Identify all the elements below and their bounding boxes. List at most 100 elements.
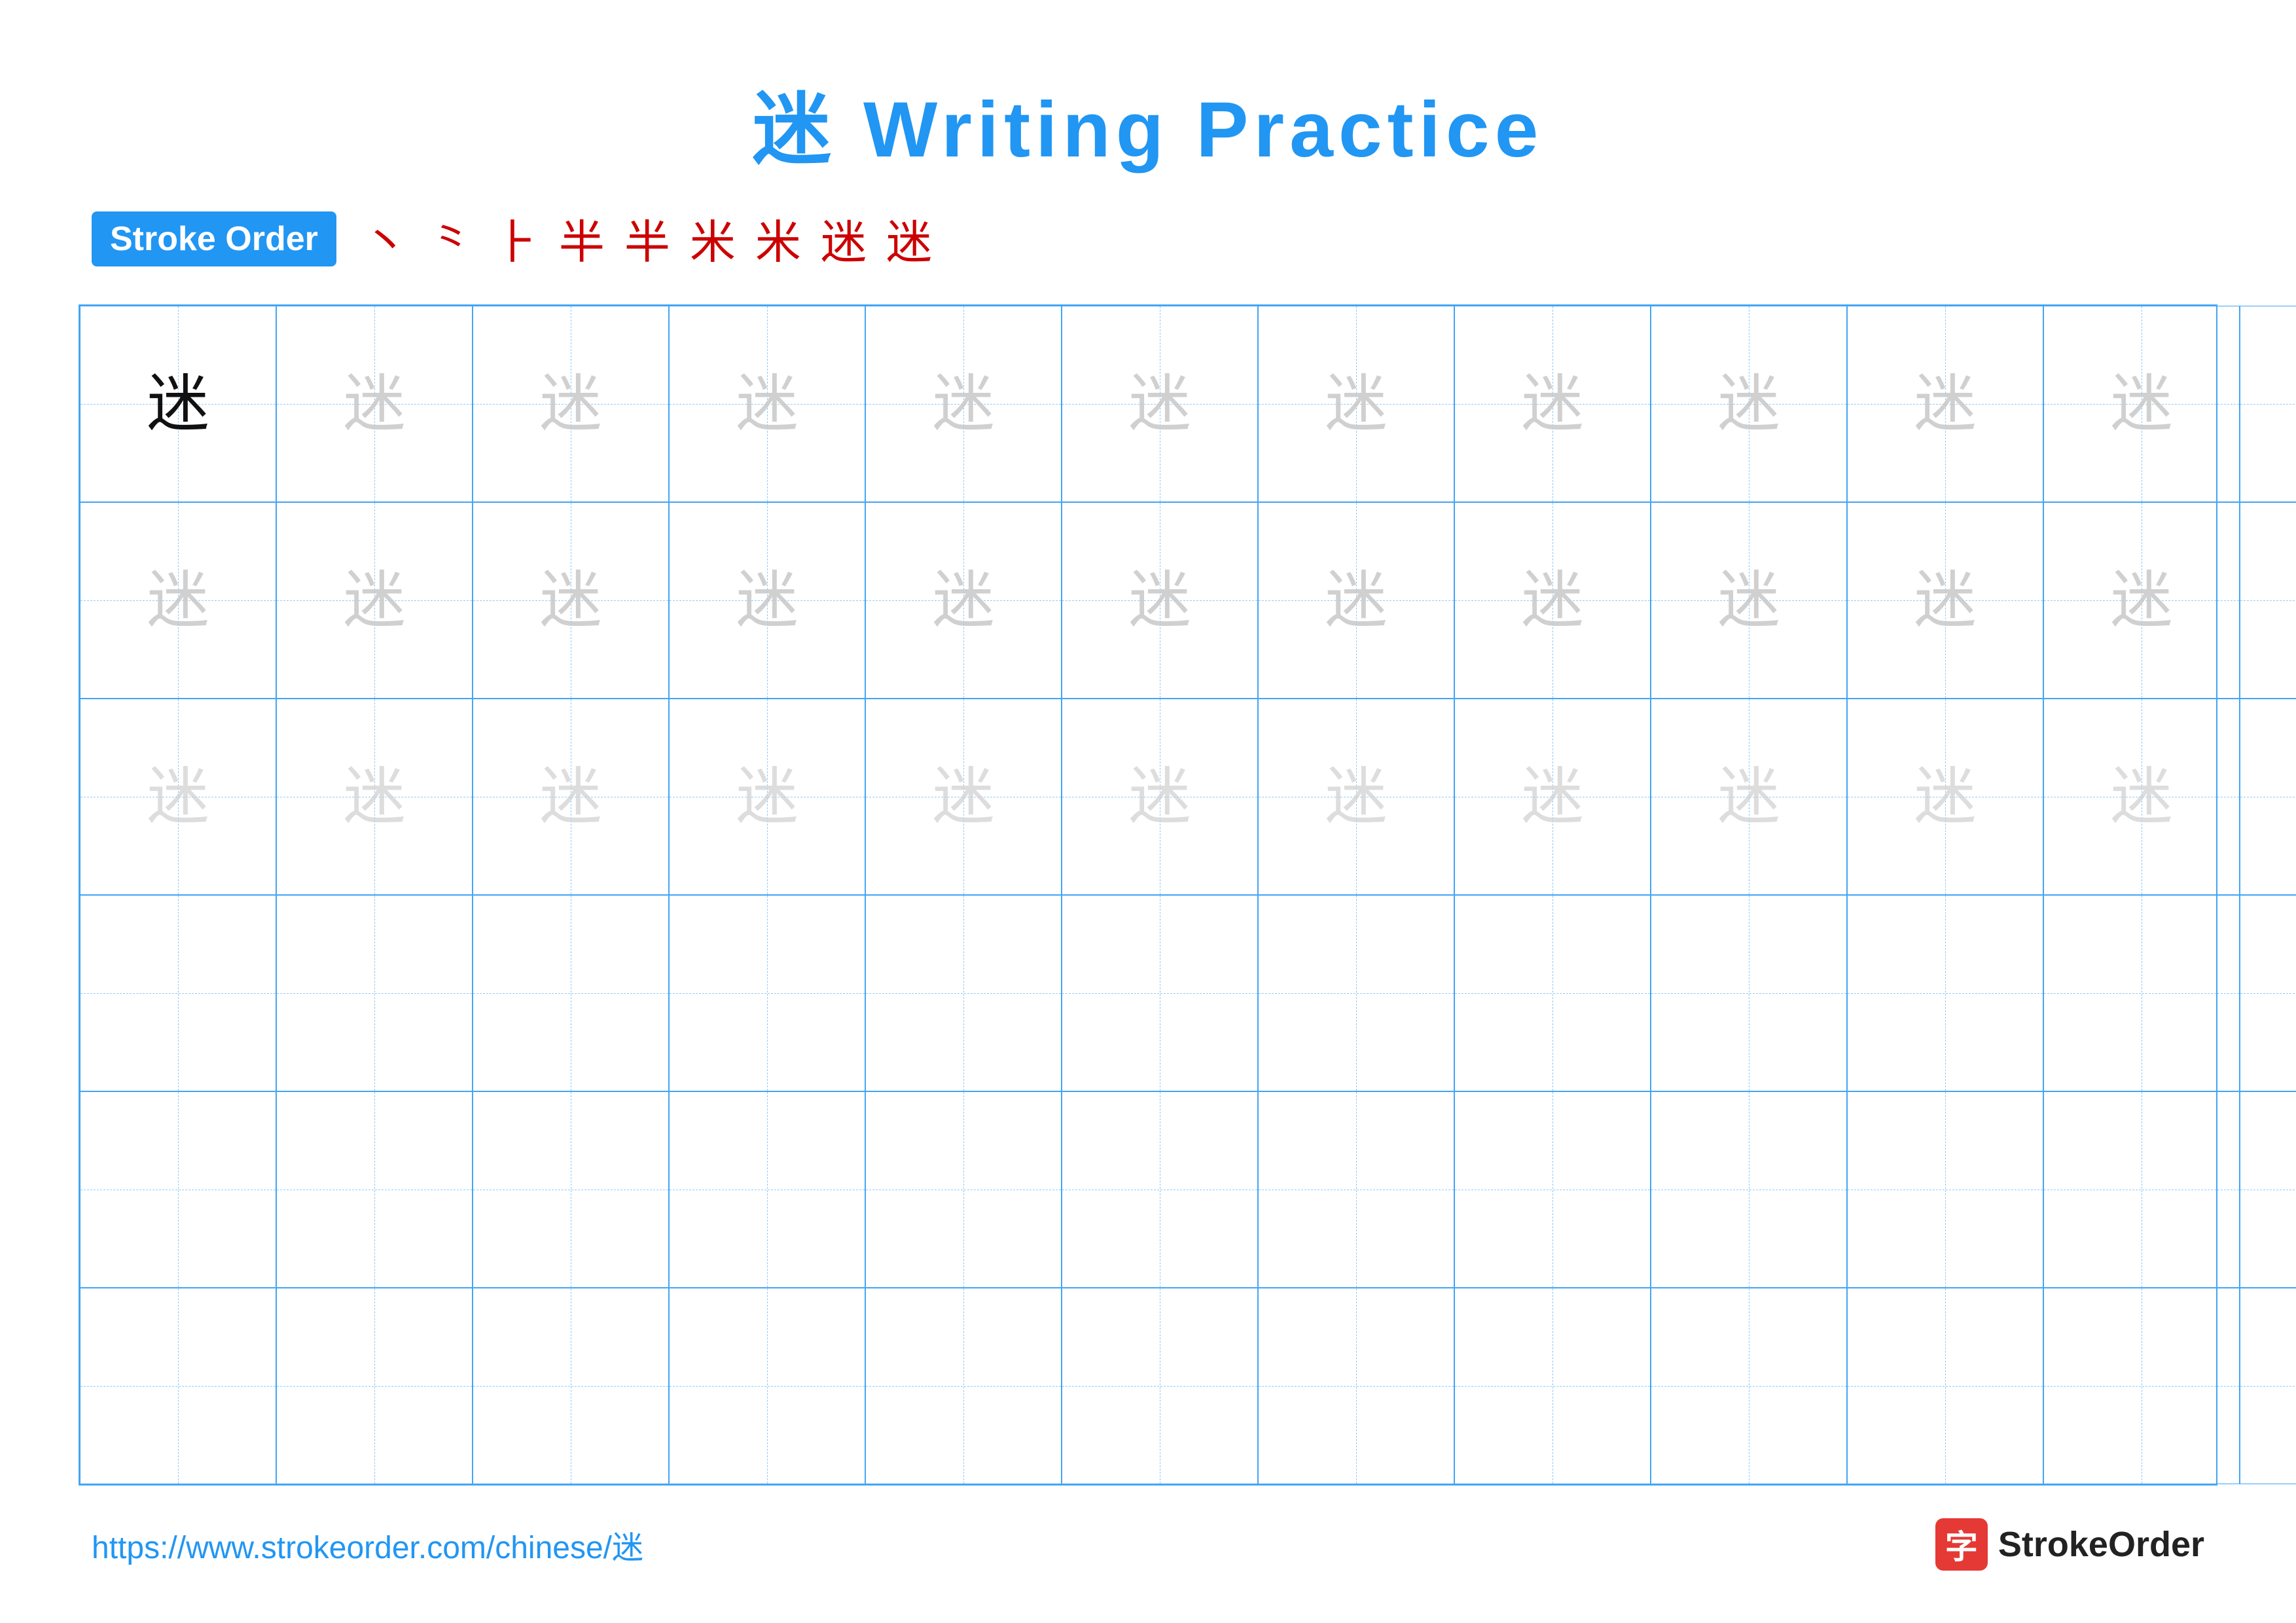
cell-character: 迷: [539, 373, 601, 435]
table-row[interactable]: [669, 1091, 865, 1288]
table-row[interactable]: [276, 1091, 473, 1288]
table-row[interactable]: 迷: [669, 699, 865, 895]
table-row[interactable]: 迷: [80, 502, 276, 699]
table-row[interactable]: [1062, 1288, 1258, 1484]
table-row[interactable]: 迷: [276, 502, 473, 699]
cell-character: 迷: [539, 766, 601, 828]
table-row[interactable]: [1847, 1288, 2043, 1484]
table-row[interactable]: [2240, 1091, 2296, 1288]
table-row[interactable]: 迷: [2240, 699, 2296, 895]
table-row[interactable]: 迷: [1847, 306, 2043, 502]
table-row[interactable]: [2240, 1288, 2296, 1484]
table-row[interactable]: [473, 1288, 669, 1484]
footer-url: https://www.strokeorder.com/chinese/迷: [92, 1522, 643, 1567]
table-row[interactable]: 迷: [80, 699, 276, 895]
table-row[interactable]: [865, 1288, 1062, 1484]
table-row[interactable]: 迷: [2240, 306, 2296, 502]
table-row[interactable]: 迷: [669, 306, 865, 502]
table-row[interactable]: [1847, 1091, 2043, 1288]
table-row[interactable]: [669, 895, 865, 1091]
table-row[interactable]: 迷: [80, 306, 276, 502]
table-row[interactable]: [1454, 895, 1651, 1091]
stroke-3: ⺊: [493, 206, 539, 272]
cell-character: 迷: [2110, 373, 2172, 435]
table-row[interactable]: 迷: [1454, 502, 1651, 699]
table-row[interactable]: [2240, 895, 2296, 1091]
table-row[interactable]: 迷: [276, 699, 473, 895]
table-row[interactable]: 迷: [1454, 699, 1651, 895]
table-row[interactable]: [473, 895, 669, 1091]
table-row[interactable]: [80, 1288, 276, 1484]
table-row[interactable]: 迷: [669, 502, 865, 699]
cell-character: 迷: [2110, 570, 2172, 632]
table-row[interactable]: [1651, 1288, 1847, 1484]
stroke-sequence: 丶 ⺀ ⺊ 半 半 米 米 迷 迷: [363, 206, 932, 272]
practice-grid: 迷迷迷迷迷迷迷迷迷迷迷迷迷迷迷迷迷迷迷迷迷迷迷迷迷迷迷迷迷迷迷迷迷迷迷迷迷迷迷: [79, 304, 2217, 1486]
table-row[interactable]: 迷: [1651, 502, 1847, 699]
table-row[interactable]: 迷: [1258, 502, 1454, 699]
table-row[interactable]: [276, 895, 473, 1091]
cell-character: 迷: [147, 373, 209, 435]
table-row[interactable]: [1062, 895, 1258, 1091]
cell-character: 迷: [1521, 570, 1583, 632]
table-row[interactable]: 迷: [865, 306, 1062, 502]
table-row[interactable]: [1258, 895, 1454, 1091]
table-row[interactable]: 迷: [1847, 502, 2043, 699]
table-row[interactable]: [1258, 1288, 1454, 1484]
table-row[interactable]: [1651, 895, 1847, 1091]
table-row[interactable]: 迷: [865, 699, 1062, 895]
table-row[interactable]: 迷: [1651, 306, 1847, 502]
table-row[interactable]: 迷: [1258, 699, 1454, 895]
table-row[interactable]: 迷: [473, 502, 669, 699]
table-row[interactable]: [1454, 1091, 1651, 1288]
table-row[interactable]: [2043, 895, 2240, 1091]
table-row[interactable]: 迷: [2043, 699, 2240, 895]
table-row[interactable]: 迷: [1062, 502, 1258, 699]
table-row[interactable]: [473, 1091, 669, 1288]
table-row[interactable]: [2043, 1288, 2240, 1484]
page: 迷 Writing Practice Stroke Order 丶 ⺀ ⺊ 半 …: [0, 0, 2296, 1623]
cell-character: 迷: [1325, 373, 1387, 435]
cell-character: 迷: [736, 766, 798, 828]
table-row[interactable]: 迷: [2043, 502, 2240, 699]
table-row[interactable]: [865, 895, 1062, 1091]
cell-character: 迷: [1521, 373, 1583, 435]
table-row[interactable]: 迷: [1062, 306, 1258, 502]
cell-character: 迷: [1521, 766, 1583, 828]
table-row[interactable]: 迷: [2043, 306, 2240, 502]
table-row[interactable]: 迷: [2240, 502, 2296, 699]
table-row[interactable]: [1258, 1091, 1454, 1288]
footer-logo: 字 StrokeOrder: [1935, 1518, 2204, 1571]
table-row[interactable]: [669, 1288, 865, 1484]
table-row[interactable]: 迷: [1062, 699, 1258, 895]
cell-character: 迷: [736, 373, 798, 435]
table-row[interactable]: 迷: [1258, 306, 1454, 502]
stroke-2: ⺀: [428, 206, 474, 272]
table-row[interactable]: 迷: [1847, 699, 2043, 895]
table-row[interactable]: [1454, 1288, 1651, 1484]
table-row[interactable]: 迷: [473, 699, 669, 895]
table-row[interactable]: [276, 1288, 473, 1484]
cell-character: 迷: [932, 570, 994, 632]
table-row[interactable]: 迷: [1454, 306, 1651, 502]
table-row[interactable]: [865, 1091, 1062, 1288]
table-row[interactable]: [80, 1091, 276, 1288]
stroke-9: 迷: [886, 206, 932, 272]
cell-character: 迷: [147, 570, 209, 632]
table-row[interactable]: [1651, 1091, 1847, 1288]
table-row[interactable]: 迷: [865, 502, 1062, 699]
table-row[interactable]: 迷: [276, 306, 473, 502]
table-row[interactable]: [1062, 1091, 1258, 1288]
logo-icon: 字: [1935, 1518, 1988, 1571]
table-row[interactable]: [80, 895, 276, 1091]
stroke-1: 丶: [363, 206, 408, 272]
cell-character: 迷: [343, 766, 405, 828]
table-row[interactable]: 迷: [1651, 699, 1847, 895]
table-row[interactable]: [2043, 1091, 2240, 1288]
table-row[interactable]: 迷: [473, 306, 669, 502]
logo-text: StrokeOrder: [1998, 1524, 2204, 1565]
cell-character: 迷: [1128, 373, 1191, 435]
title-row: 迷 Writing Practice: [79, 65, 2217, 179]
cell-character: 迷: [147, 766, 209, 828]
table-row[interactable]: [1847, 895, 2043, 1091]
